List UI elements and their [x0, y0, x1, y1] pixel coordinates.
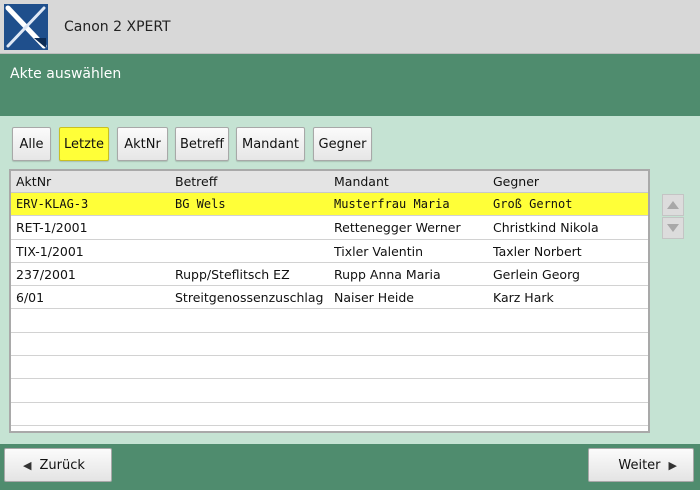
filter-mandant-button[interactable]: Mandant: [236, 127, 305, 161]
column-header-betreff: Betreff: [175, 174, 218, 189]
back-button-label: Zurück: [39, 457, 85, 473]
column-header-aktnr: AktNr: [16, 174, 52, 189]
next-button[interactable]: Weiter ▶: [588, 448, 694, 482]
triangle-up-icon: [667, 201, 679, 209]
cell-betreff: BG Wels: [175, 197, 226, 211]
triangle-down-icon: [667, 224, 679, 232]
table-row[interactable]: 237/2001 Rupp/Steflitsch EZ Rupp Anna Ma…: [11, 262, 648, 287]
table-row-empty: [11, 309, 648, 333]
cell-betreff: Streitgenossenzuschlag: [175, 290, 324, 306]
cell-mandant: Naiser Heide: [334, 290, 414, 306]
column-header-mandant: Mandant: [334, 174, 389, 189]
app-title: Canon 2 XPERT: [64, 19, 171, 35]
filter-aktnr-button[interactable]: AktNr: [117, 127, 168, 161]
cell-mandant: Tixler Valentin: [334, 243, 424, 259]
cell-aktnr: 6/01: [16, 290, 45, 306]
cell-gegner: Groß Gernot: [493, 197, 573, 211]
table-row[interactable]: RET-1/2001 Rettenegger Werner Christkind…: [11, 216, 648, 240]
filter-gegner-button[interactable]: Gegner: [313, 127, 372, 161]
filter-letzte-button[interactable]: Letzte: [59, 127, 109, 161]
column-header-gegner: Gegner: [493, 174, 540, 189]
cell-aktnr: TIX-1/2001: [16, 243, 84, 259]
filter-betreff-button[interactable]: Betreff: [175, 127, 229, 161]
cell-betreff: Rupp/Steflitsch EZ: [175, 266, 290, 282]
cell-mandant: Musterfrau Maria: [334, 197, 450, 211]
table-row-empty: [11, 356, 648, 380]
scroll-up-button[interactable]: [662, 194, 684, 216]
cell-betreff: [175, 240, 330, 262]
cell-betreff: [175, 216, 330, 238]
cell-gegner: Karz Hark: [493, 290, 554, 306]
footer-bar: ◀ Zurück Weiter ▶: [0, 444, 700, 490]
main-content: Alle Letzte AktNr Betreff Mandant Gegner…: [0, 116, 700, 444]
file-table: AktNr Betreff Mandant Gegner ERV-KLAG-3 …: [9, 169, 650, 433]
triangle-right-icon: ▶: [668, 458, 677, 472]
back-button[interactable]: ◀ Zurück: [4, 448, 112, 482]
title-bar: Canon 2 XPERT: [0, 0, 700, 54]
table-row[interactable]: TIX-1/2001 Tixler Valentin Taxler Norber…: [11, 239, 648, 263]
cell-aktnr: RET-1/2001: [16, 220, 88, 236]
cell-gegner: Christkind Nikola: [493, 220, 599, 236]
next-button-label: Weiter: [618, 457, 661, 473]
cell-aktnr: 237/2001: [16, 266, 76, 282]
scroll-down-button[interactable]: [662, 217, 684, 239]
canon-logo-icon: [4, 4, 48, 50]
triangle-left-icon: ◀: [23, 458, 32, 472]
page-header: Akte auswählen: [0, 54, 700, 116]
table-header: AktNr Betreff Mandant Gegner: [11, 171, 648, 193]
cell-gegner: Gerlein Georg: [493, 266, 580, 282]
table-row[interactable]: 6/01 Streitgenossenzuschlag Naiser Heide…: [11, 286, 648, 310]
table-row-empty: [11, 402, 648, 426]
page-title: Akte auswählen: [10, 66, 122, 82]
filter-alle-button[interactable]: Alle: [12, 127, 51, 161]
table-row[interactable]: ERV-KLAG-3 BG Wels Musterfrau Maria Groß…: [11, 193, 648, 217]
table-row-empty: [11, 332, 648, 357]
cell-mandant: Rettenegger Werner: [334, 220, 461, 236]
table-row-empty: [11, 379, 648, 403]
cell-aktnr: ERV-KLAG-3: [16, 197, 89, 211]
cell-gegner: Taxler Norbert: [493, 243, 582, 259]
cell-mandant: Rupp Anna Maria: [334, 266, 441, 282]
